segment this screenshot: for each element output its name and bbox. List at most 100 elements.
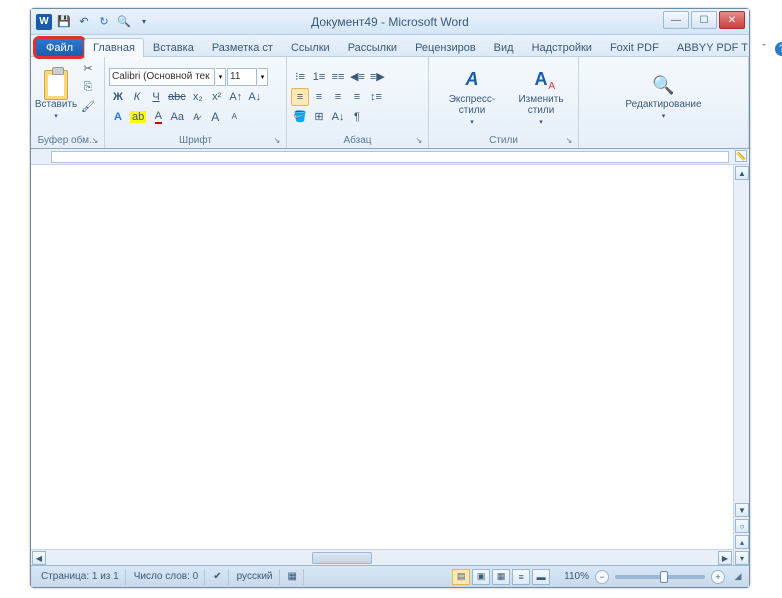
tab-review[interactable]: Рецензиров xyxy=(406,38,485,57)
sort-button[interactable]: A↓ xyxy=(329,108,347,126)
minimize-ribbon-icon[interactable]: ˇ xyxy=(757,42,771,56)
find-icon[interactable]: 🔍 xyxy=(115,13,133,31)
increase-indent-button[interactable]: ≡▶ xyxy=(368,68,387,86)
zoom-slider[interactable] xyxy=(615,575,705,579)
zoom-in-button[interactable]: + xyxy=(711,570,725,584)
view-print-layout-icon[interactable]: ▤ xyxy=(452,569,470,585)
clipboard-launcher-icon[interactable]: ↘ xyxy=(90,136,100,146)
cut-icon[interactable]: ✂ xyxy=(79,59,97,77)
scroll-left-icon[interactable]: ◀ xyxy=(32,551,46,565)
ruler-toggle-icon[interactable]: 📏 xyxy=(735,150,747,162)
view-draft-icon[interactable]: ▬ xyxy=(532,569,550,585)
tab-file[interactable]: Файл xyxy=(35,38,84,57)
clear-formatting-button[interactable]: A̷ xyxy=(187,108,205,126)
text-effects-button[interactable]: A xyxy=(109,108,127,126)
bullets-button[interactable]: ⁝≡ xyxy=(291,68,309,86)
prev-page-icon[interactable]: ▴ xyxy=(735,535,749,549)
numbering-button[interactable]: 1≡ xyxy=(310,68,328,86)
horizontal-scrollbar[interactable]: ◀ ▶ xyxy=(31,549,733,565)
status-page[interactable]: Страница: 1 из 1 xyxy=(35,569,126,585)
styles-launcher-icon[interactable]: ↘ xyxy=(564,136,574,146)
status-proofing[interactable]: ✔ xyxy=(207,569,228,585)
subscript-button[interactable]: x₂ xyxy=(189,88,207,106)
italic-button[interactable]: К xyxy=(128,88,146,106)
tab-mailings[interactable]: Рассылки xyxy=(339,38,406,57)
shading-button[interactable]: 🪣 xyxy=(291,108,309,126)
superscript-button[interactable]: x² xyxy=(208,88,226,106)
view-web-layout-icon[interactable]: ▦ xyxy=(492,569,510,585)
horizontal-ruler[interactable]: 📏 xyxy=(31,149,749,165)
browse-object-icon[interactable]: ○ xyxy=(735,519,749,533)
zoom-level[interactable]: 110% xyxy=(560,571,593,582)
shrink-font-icon[interactable]: A xyxy=(225,108,243,126)
paste-button[interactable]: Вставить ▾ xyxy=(35,59,77,134)
status-language[interactable]: русский xyxy=(231,569,280,585)
format-painter-icon[interactable]: 🖌 xyxy=(79,97,97,115)
font-size-select[interactable]: 11 xyxy=(227,68,257,86)
tab-foxit-pdf[interactable]: Foxit PDF xyxy=(601,38,668,57)
change-case-button[interactable]: Aa xyxy=(168,108,186,126)
maximize-button[interactable]: ☐ xyxy=(691,11,717,29)
align-right-button[interactable]: ≡ xyxy=(329,88,347,106)
tab-page-layout[interactable]: Разметка ст xyxy=(203,38,282,57)
qat-dropdown-icon[interactable]: ▾ xyxy=(135,13,153,31)
align-center-button[interactable]: ≡ xyxy=(310,88,328,106)
tab-view[interactable]: Вид xyxy=(485,38,523,57)
bold-button[interactable]: Ж xyxy=(109,88,127,106)
titlebar: W 💾 ↶ ↻ 🔍 ▾ Документ49 - Microsoft Word … xyxy=(31,9,749,35)
word-app-icon[interactable]: W xyxy=(35,13,53,31)
copy-icon[interactable]: ⎘ xyxy=(79,78,97,96)
borders-button[interactable]: ⊞ xyxy=(310,108,328,126)
quick-styles-button[interactable]: A Экспресс-стили ▾ xyxy=(433,59,511,134)
align-left-button[interactable]: ≡ xyxy=(291,88,309,106)
font-name-dropdown-icon[interactable]: ▾ xyxy=(216,68,226,86)
show-hide-button[interactable]: ¶ xyxy=(348,108,366,126)
minimize-button[interactable]: — xyxy=(663,11,689,29)
undo-icon[interactable]: ↶ xyxy=(75,13,93,31)
scroll-down-icon[interactable]: ▼ xyxy=(735,503,749,517)
tab-abbyy-pdf[interactable]: ABBYY PDF T xyxy=(668,38,757,57)
document-area[interactable]: ▲ ▼ ○ ▴ ▾ ◀ ▶ xyxy=(31,165,749,565)
font-launcher-icon[interactable]: ↘ xyxy=(272,136,282,146)
status-word-count[interactable]: Число слов: 0 xyxy=(128,569,205,585)
scroll-right-icon[interactable]: ▶ xyxy=(718,551,732,565)
grow-font-button[interactable]: A↑ xyxy=(227,88,245,106)
close-button[interactable]: ✕ xyxy=(719,11,745,29)
change-styles-icon: AA xyxy=(529,68,553,92)
tab-insert[interactable]: Вставка xyxy=(144,38,203,57)
shrink-font-button[interactable]: A↓ xyxy=(246,88,264,106)
scroll-up-icon[interactable]: ▲ xyxy=(735,166,749,180)
help-icon[interactable]: ? xyxy=(775,42,782,56)
next-page-icon[interactable]: ▾ xyxy=(735,551,749,565)
tab-addins[interactable]: Надстройки xyxy=(523,38,601,57)
multilevel-list-button[interactable]: ≡≡ xyxy=(329,68,347,86)
decrease-indent-button[interactable]: ◀≡ xyxy=(348,68,367,86)
redo-icon[interactable]: ↻ xyxy=(95,13,113,31)
status-macro-icon[interactable]: ▦ xyxy=(282,569,304,585)
save-icon[interactable]: 💾 xyxy=(55,13,73,31)
font-color-button[interactable]: A xyxy=(149,108,167,126)
strikethrough-button[interactable]: abc xyxy=(166,88,188,106)
quick-access-toolbar: W 💾 ↶ ↻ 🔍 ▾ xyxy=(31,13,153,31)
view-full-screen-icon[interactable]: ▣ xyxy=(472,569,490,585)
highlight-button[interactable]: ab xyxy=(128,108,148,126)
underline-button[interactable]: Ч xyxy=(147,88,165,106)
line-spacing-button[interactable]: ↕≡ xyxy=(367,88,385,106)
font-name-select[interactable]: Calibri (Основной тек xyxy=(109,68,215,86)
zoom-out-button[interactable]: − xyxy=(595,570,609,584)
editing-button[interactable]: 🔍 Редактирование ▾ xyxy=(620,59,708,134)
justify-button[interactable]: ≡ xyxy=(348,88,366,106)
tab-references[interactable]: Ссылки xyxy=(282,38,339,57)
view-outline-icon[interactable]: ≡ xyxy=(512,569,530,585)
change-styles-button[interactable]: AA Изменить стили ▾ xyxy=(513,59,569,134)
tab-home[interactable]: Главная xyxy=(84,38,144,57)
vertical-scrollbar[interactable]: ▲ ▼ ○ ▴ ▾ xyxy=(733,165,749,565)
grow-font-icon[interactable]: A xyxy=(206,108,224,126)
paragraph-launcher-icon[interactable]: ↘ xyxy=(414,136,424,146)
resize-grip-icon[interactable]: ◢ xyxy=(731,570,745,584)
binoculars-icon: 🔍 xyxy=(652,73,676,97)
scroll-thumb[interactable] xyxy=(312,552,372,564)
font-size-dropdown-icon[interactable]: ▾ xyxy=(258,68,268,86)
window-controls: — ☐ ✕ xyxy=(663,11,745,29)
group-editing: 🔍 Редактирование ▾ xyxy=(579,57,749,148)
